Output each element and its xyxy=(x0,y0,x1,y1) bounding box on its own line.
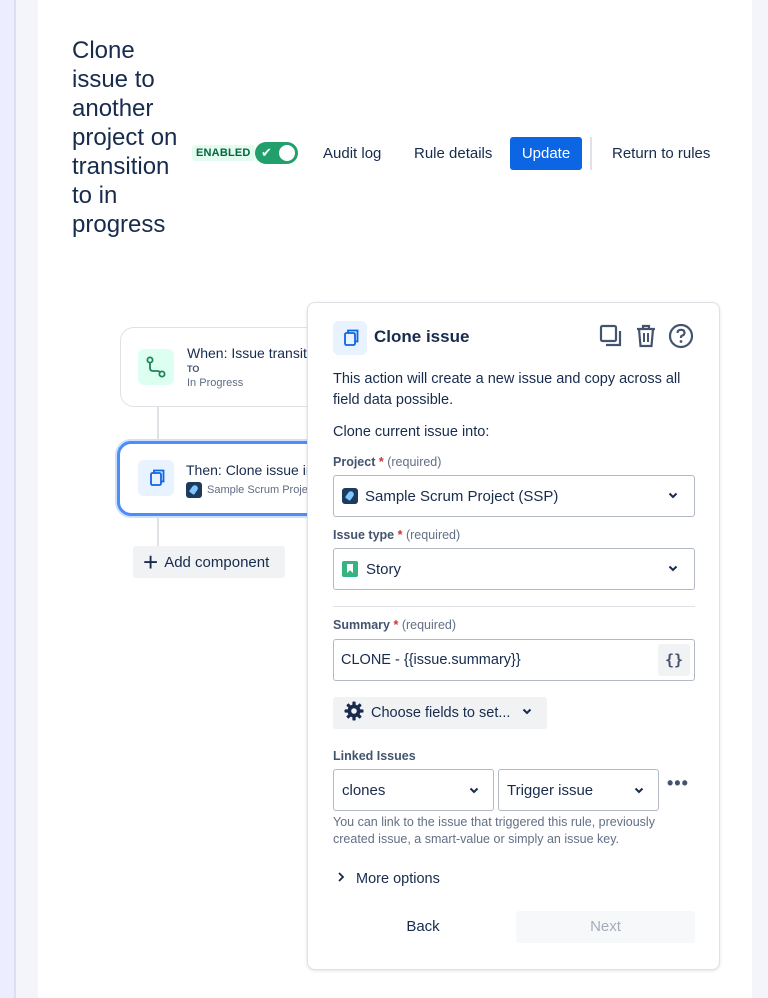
panel-description: This action will create a new issue and … xyxy=(333,371,681,408)
status-badge: ENABLED xyxy=(192,145,255,161)
audit-log-button[interactable]: Audit log xyxy=(323,137,381,170)
section-divider xyxy=(333,606,695,607)
chevron-down-icon xyxy=(520,704,534,722)
linked-issues-help: You can link to the issue that triggered… xyxy=(333,815,655,846)
copy-icon xyxy=(138,460,174,496)
story-icon xyxy=(342,561,358,577)
rule-enabled-toggle[interactable]: ✔ xyxy=(255,142,298,164)
return-to-rules-button[interactable]: Return to rules xyxy=(612,137,710,170)
clone-issue-panel: Clone issue This action will create a ne… xyxy=(307,302,720,970)
project-field-label: Project * (required) xyxy=(333,455,442,469)
more-actions-icon[interactable]: ••• xyxy=(667,773,689,794)
trigger-to-label: TO xyxy=(187,364,200,374)
more-options-label: More options xyxy=(356,871,440,887)
action-project-name: Sample Scrum Project xyxy=(207,484,317,496)
issue-type-field-label: Issue type * (required) xyxy=(333,528,461,542)
plus-icon: + xyxy=(143,547,159,577)
trash-icon[interactable] xyxy=(634,323,658,354)
clone-into-label: Clone current issue into: xyxy=(333,424,490,440)
smart-value-button[interactable]: {} xyxy=(658,644,690,676)
choose-fields-label: Choose fields to set... xyxy=(371,705,511,721)
trigger-status: In Progress xyxy=(187,377,244,389)
back-button[interactable]: Back xyxy=(368,911,478,943)
transition-icon xyxy=(138,349,174,385)
link-target-select[interactable]: Trigger issue xyxy=(498,769,659,811)
project-avatar-icon xyxy=(186,482,202,498)
panel-toolbar xyxy=(598,323,694,354)
link-type-select[interactable]: clones xyxy=(333,769,494,811)
link-target-value: Trigger issue xyxy=(507,781,594,799)
copy-icon xyxy=(333,321,367,355)
linked-issues-label: Linked Issues xyxy=(333,749,416,763)
issue-type-value: Story xyxy=(366,560,402,578)
summary-value: CLONE - {{issue.summary}} xyxy=(341,652,521,668)
project-select[interactable]: Sample Scrum Project (SSP) xyxy=(333,475,695,517)
duplicate-icon[interactable] xyxy=(598,323,624,354)
right-gutter xyxy=(752,0,768,998)
action-node-selected[interactable]: Then: Clone issue into Sample Scrum Proj… xyxy=(117,441,326,516)
panel-title: Clone issue xyxy=(374,327,470,346)
action-project: Sample Scrum Project xyxy=(186,482,316,498)
help-icon[interactable] xyxy=(668,323,694,354)
gear-icon xyxy=(343,700,365,726)
chevron-right-icon xyxy=(336,871,346,887)
header-divider xyxy=(590,137,592,170)
more-options-toggle[interactable]: More options xyxy=(336,871,440,887)
required-star: * xyxy=(397,528,403,542)
left-gutter-border xyxy=(14,0,16,998)
check-icon: ✔ xyxy=(261,145,272,160)
summary-field-label: Summary * (required) xyxy=(333,618,457,632)
add-component-button[interactable]: + Add component xyxy=(133,546,285,578)
required-star: * xyxy=(393,618,399,632)
action-title: Then: Clone issue into xyxy=(186,462,326,478)
add-component-label: Add component xyxy=(164,553,270,571)
toggle-knob xyxy=(279,145,295,161)
left-gutter xyxy=(0,0,14,998)
summary-input[interactable]: CLONE - {{issue.summary}} {} xyxy=(333,639,695,681)
rule-title: Clone issue to another project on transi… xyxy=(72,37,178,238)
project-value: Sample Scrum Project (SSP) xyxy=(365,487,559,505)
rule-details-button[interactable]: Rule details xyxy=(414,137,492,170)
trigger-node[interactable]: When: Issue transitioned TO In Progress xyxy=(120,327,341,407)
project-avatar-icon xyxy=(342,488,358,504)
update-button[interactable]: Update xyxy=(510,137,582,170)
choose-fields-button[interactable]: Choose fields to set... xyxy=(333,697,547,729)
issue-type-select[interactable]: Story xyxy=(333,548,695,590)
chevron-down-icon xyxy=(666,561,680,579)
required-star: * xyxy=(378,455,384,469)
link-type-value: clones xyxy=(342,781,386,799)
next-button[interactable]: Next xyxy=(516,911,695,943)
chevron-down-icon xyxy=(632,783,646,801)
chevron-down-icon xyxy=(666,488,680,506)
chevron-down-icon xyxy=(467,783,481,801)
